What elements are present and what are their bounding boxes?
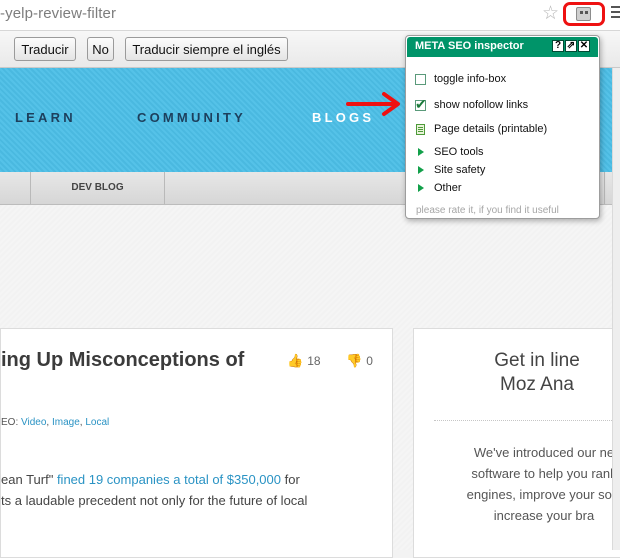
popup-title: META SEO inspector <box>415 40 524 52</box>
address-bar-url[interactable]: -yelp-review-filter <box>0 5 116 22</box>
page-scrollbar[interactable] <box>612 68 620 550</box>
checkbox-icon[interactable] <box>415 74 426 85</box>
option-label: Page details (printable) <box>434 123 548 135</box>
browser-omnibox: -yelp-review-filter ☆ <box>0 0 620 31</box>
excerpt-line: ean Turf" fined 19 companies a total of … <box>1 469 300 490</box>
thumbs-up-icon: 👍 <box>287 353 304 368</box>
expand-arrow-icon <box>418 184 424 192</box>
document-icon <box>416 124 425 135</box>
subnav-item-dev-blog[interactable]: DEV BLOG <box>31 172 164 204</box>
meta-seo-extension-icon[interactable] <box>576 7 591 21</box>
promo-card: Get in line Moz Ana We've introduced our… <box>413 328 620 558</box>
menu-icon[interactable] <box>611 6 620 20</box>
expand-arrow-icon <box>418 166 424 174</box>
checkmark-icon: ✔ <box>415 96 427 112</box>
nav-item-community[interactable]: COMMUNITY <box>137 110 246 125</box>
promo-text-line: increase your bra <box>493 508 595 523</box>
post-categories: EO: Video, Image, Local <box>1 417 109 428</box>
upvote-control[interactable]: 👍 18 <box>287 353 321 369</box>
rate-prompt[interactable]: please rate it, if you find it useful <box>416 205 559 216</box>
excerpt-text: for <box>281 472 300 487</box>
promo-text-line: We've introduced our ne <box>473 445 615 460</box>
promo-divider <box>434 420 620 421</box>
promo-text-line: software to help you rank <box>471 466 617 481</box>
category-link-image[interactable]: Image <box>52 417 80 428</box>
promo-title: Get in line Moz Ana <box>414 349 620 397</box>
help-icon[interactable]: ? <box>552 40 564 52</box>
upvote-count: 18 <box>307 354 321 368</box>
expand-arrow-icon <box>418 148 424 156</box>
popup-header: META SEO inspector ? ⇗ ✕ <box>407 37 598 57</box>
promo-title-line: Get in line <box>494 350 580 371</box>
post-card: ing Up Misconceptions of 👍 18 👎 0 EO: Vide… <box>0 328 393 558</box>
option-label: Site safety <box>434 164 486 176</box>
close-icon[interactable]: ✕ <box>578 40 590 52</box>
downvote-control[interactable]: 👎 0 <box>346 353 373 369</box>
excerpt-text: ean Turf" <box>1 472 57 487</box>
annotation-arrow-icon <box>346 92 400 116</box>
category-link-local[interactable]: Local <box>85 417 109 428</box>
option-label: SEO tools <box>434 146 484 158</box>
promo-text-line: engines, improve your soci <box>466 487 620 502</box>
subnav-divider <box>164 172 165 204</box>
always-translate-button[interactable]: Traducir siempre el inglés <box>125 37 288 61</box>
translate-button[interactable]: Traducir <box>14 37 76 61</box>
nav-item-learn[interactable]: LEARN <box>15 110 76 125</box>
option-label: show nofollow links <box>434 99 529 111</box>
downvote-count: 0 <box>366 354 373 368</box>
option-label: toggle info-box <box>434 73 507 85</box>
star-icon[interactable]: ☆ <box>542 3 559 25</box>
category-prefix: EO: <box>1 417 22 428</box>
excerpt-line: ts a laudable precedent not only for the… <box>1 493 308 508</box>
subnav-divider <box>604 172 605 204</box>
meta-seo-popup: META SEO inspector ? ⇗ ✕ toggle info-box… <box>405 35 600 219</box>
excerpt-link[interactable]: fined 19 companies a total of $350,000 <box>57 472 281 487</box>
no-translate-button[interactable]: No <box>87 37 114 61</box>
promo-title-line: Moz Ana <box>500 374 574 395</box>
category-link-video[interactable]: Video <box>21 417 46 428</box>
thumbs-down-icon: 👎 <box>346 353 363 368</box>
popout-icon[interactable]: ⇗ <box>565 40 577 52</box>
post-title[interactable]: ing Up Misconceptions of <box>1 349 244 372</box>
promo-text: We've introduced our ne software to help… <box>414 442 620 526</box>
option-label: Other <box>434 182 462 194</box>
